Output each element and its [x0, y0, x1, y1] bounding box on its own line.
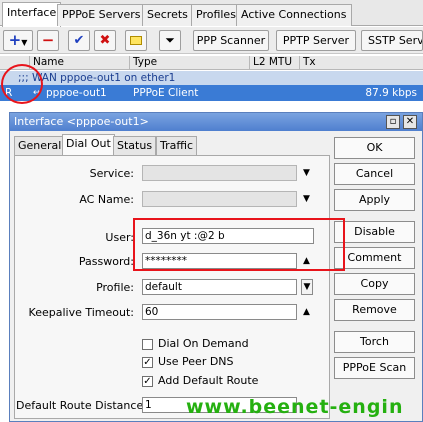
tab-interface[interactable]: Interface [2, 2, 62, 27]
restore-button[interactable]: ▫ [386, 115, 400, 129]
col-l2mtu[interactable]: L2 MTU [250, 56, 300, 70]
add-default-route-checkbox[interactable]: ✓ [142, 376, 153, 387]
ok-button[interactable]: OK [334, 137, 415, 159]
dial-on-demand-label: Dial On Demand [158, 337, 249, 350]
filter-button[interactable]: ⏷ [159, 30, 181, 51]
top-tab-bar: Interface PPPoE Servers Secrets Profiles… [0, 0, 423, 27]
dialog-titlebar[interactable]: Interface <pppoe-out1> ▫ ✕ [10, 113, 422, 131]
comment-button[interactable] [125, 30, 147, 51]
copy-button[interactable]: Copy [334, 273, 415, 295]
keepalive-label: Keepalive Timeout: [28, 306, 134, 319]
chevron-down-icon: ▼ [21, 38, 28, 47]
minus-icon: − [41, 31, 55, 49]
col-name[interactable]: Name [30, 56, 130, 70]
table-row[interactable]: R ↔ pppoe-out1 PPPoE Client 87.9 kbps [0, 85, 423, 101]
keepalive-field[interactable]: 60 [142, 304, 297, 320]
ppp-scanner-button[interactable]: PPP Scanner [193, 30, 269, 51]
profile-label: Profile: [96, 281, 134, 294]
check-icon: ✓ [143, 376, 152, 387]
disable-button[interactable]: Disable [334, 221, 415, 243]
check-icon: ✓ [143, 357, 152, 368]
tab-profiles[interactable]: Profiles [191, 4, 241, 26]
tab-status[interactable]: Status [113, 136, 157, 155]
pppoe-scan-button[interactable]: PPPoE Scan [334, 357, 415, 379]
tab-active-connections[interactable]: Active Connections [236, 4, 352, 26]
toolbar: +▼ − ✔ ✖ ⏷ PPP Scanner PPTP Server SSTP … [0, 27, 423, 54]
enable-button[interactable]: ✔ [68, 30, 90, 51]
user-label: User: [105, 231, 134, 244]
ac-name-field[interactable] [142, 191, 297, 207]
apply-button[interactable]: Apply [334, 189, 415, 211]
list-comment-row[interactable]: ;;; WAN pppoe-out1 on ether1 [0, 71, 423, 85]
dropdown-icon[interactable]: ▼ [301, 279, 313, 295]
close-icon: ✕ [405, 116, 415, 127]
tab-secrets[interactable]: Secrets [142, 4, 193, 26]
comment-button[interactable]: Comment [334, 247, 415, 269]
ac-name-label: AC Name: [79, 193, 134, 206]
row-tx: 87.9 kbps [365, 87, 417, 99]
highlight-circle [1, 64, 43, 104]
check-icon: ✔ [73, 33, 85, 48]
plus-icon: + [8, 31, 22, 49]
service-label: Service: [89, 167, 134, 180]
tab-general[interactable]: General [14, 136, 66, 155]
torch-button[interactable]: Torch [334, 331, 415, 353]
highlight-box [133, 218, 345, 271]
use-peer-dns-label: Use Peer DNS [158, 355, 234, 368]
tab-pppoe-servers[interactable]: PPPoE Servers [57, 4, 146, 26]
remove-button[interactable]: Remove [334, 299, 415, 321]
cross-icon: ✖ [99, 33, 111, 48]
row-type: PPPoE Client [133, 87, 199, 99]
remove-button[interactable]: − [37, 30, 59, 51]
col-tx[interactable]: Tx [300, 56, 423, 70]
cancel-button[interactable]: Cancel [334, 163, 415, 185]
row-name: pppoe-out1 [46, 87, 107, 99]
dialog-title: Interface <pppoe-out1> [14, 115, 149, 128]
use-peer-dns-checkbox[interactable]: ✓ [142, 357, 153, 368]
tab-traffic[interactable]: Traffic [156, 136, 198, 155]
pptp-server-button[interactable]: PPTP Server [276, 30, 356, 51]
filter-icon: ⏷ [165, 33, 175, 47]
watermark-text: www.beenet-engin [186, 396, 404, 418]
close-button[interactable]: ✕ [403, 115, 417, 129]
dial-on-demand-checkbox[interactable] [142, 339, 153, 350]
chevron-up-icon[interactable]: ▲ [303, 307, 310, 317]
distance-label: Default Route Distance: [16, 399, 147, 412]
chevron-down-icon[interactable]: ▼ [303, 168, 310, 178]
list-header: Name Type L2 MTU Tx [0, 56, 423, 70]
disable-button[interactable]: ✖ [94, 30, 116, 51]
restore-icon: ▫ [389, 116, 397, 127]
chevron-down-icon[interactable]: ▼ [303, 194, 310, 204]
add-button[interactable]: +▼ [3, 30, 33, 51]
add-default-route-label: Add Default Route [158, 374, 259, 387]
col-type[interactable]: Type [130, 56, 250, 70]
note-icon [130, 36, 142, 45]
tab-dial-out[interactable]: Dial Out [62, 134, 115, 156]
profile-select[interactable]: default [142, 279, 297, 295]
service-field[interactable] [142, 165, 297, 181]
sstp-server-button[interactable]: SSTP Serve [361, 30, 423, 51]
password-label: Password: [78, 255, 134, 268]
